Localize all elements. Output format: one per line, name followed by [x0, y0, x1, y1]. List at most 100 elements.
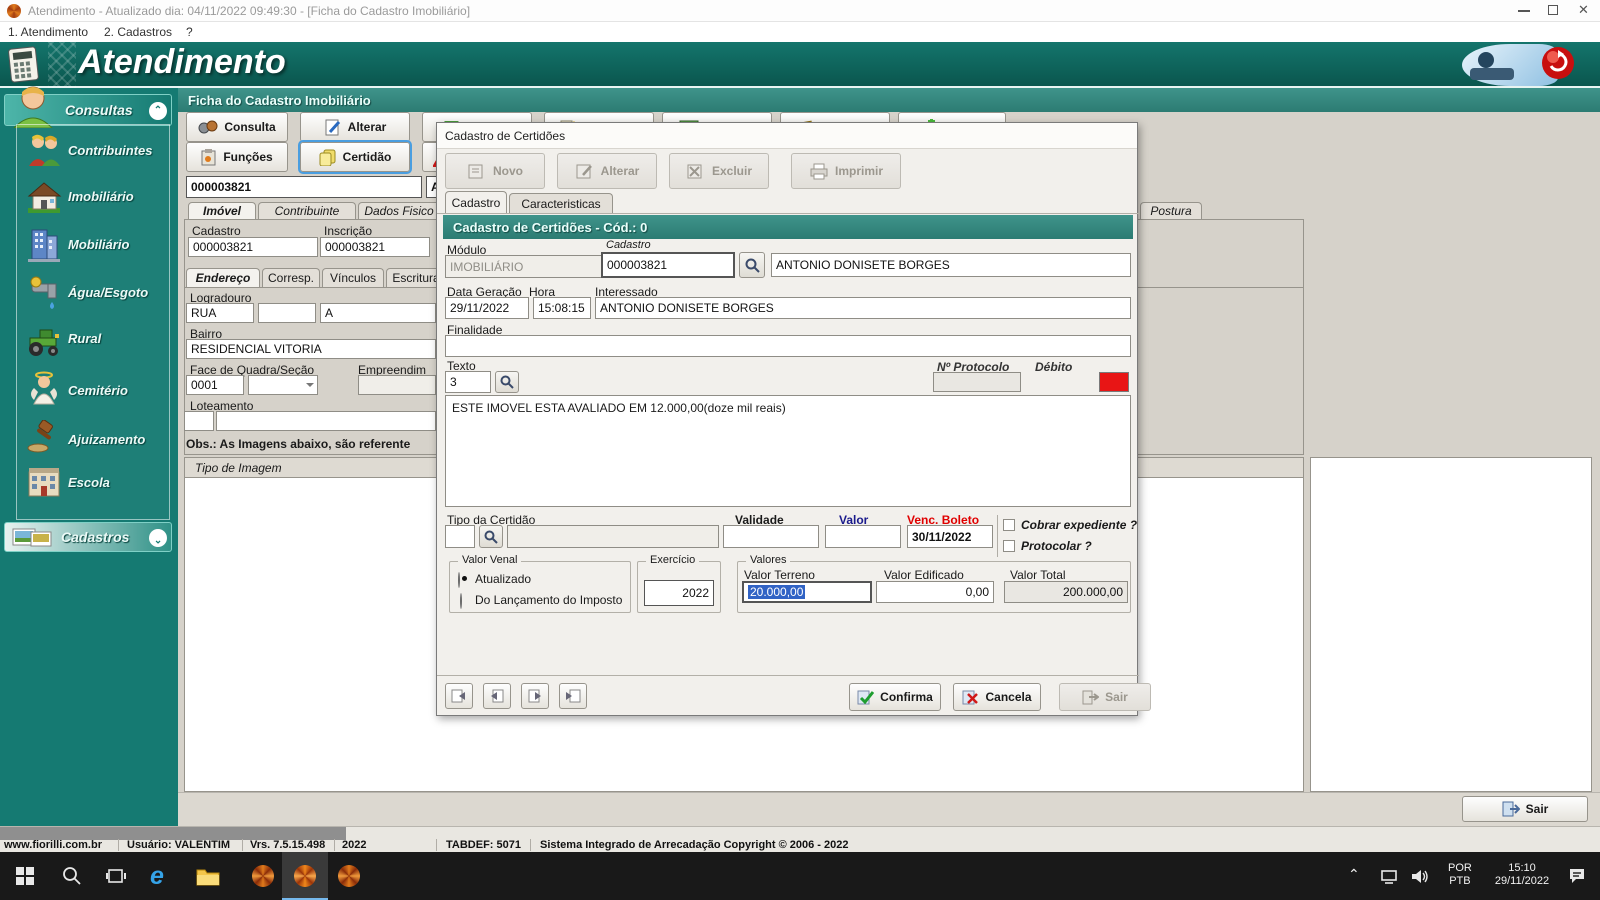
menu-help[interactable]: ?: [186, 25, 193, 39]
valor-input[interactable]: [825, 525, 901, 548]
tab-postura[interactable]: Postura: [1140, 202, 1202, 219]
taskbar-search-icon[interactable]: [62, 866, 82, 886]
action-center-icon[interactable]: [1568, 867, 1588, 885]
funcoes-button[interactable]: Funções: [186, 142, 288, 172]
cadastro-search-button[interactable]: [739, 252, 765, 278]
tab-imovel[interactable]: Imóvel: [188, 202, 256, 219]
venc-boleto-input[interactable]: 30/11/2022: [907, 525, 993, 548]
dialog-alterar-button[interactable]: Alterar: [557, 153, 657, 189]
sidebar-cadastros-header[interactable]: Cadastros ⌃: [4, 522, 172, 552]
valor-edificado-input[interactable]: 0,00: [876, 581, 994, 603]
certidao-textarea[interactable]: ESTE IMOVEL ESTA AVALIADO EM 12.000,00(d…: [445, 395, 1131, 507]
cobrar-expediente-label[interactable]: Cobrar expediente ?: [1021, 518, 1137, 532]
sidebar-item-imobiliario[interactable]: Imobiliário: [68, 189, 134, 204]
face-quadra-input[interactable]: 0001: [186, 375, 244, 395]
finalidade-input[interactable]: [445, 335, 1131, 357]
dialog-sair-button[interactable]: Sair: [1059, 683, 1151, 711]
sidebar-item-agua-esgoto[interactable]: Água/Esgoto: [68, 285, 148, 300]
nav-next-button[interactable]: [521, 683, 549, 709]
confirma-button[interactable]: Confirma: [849, 683, 941, 711]
interessado-input[interactable]: ANTONIO DONISETE BORGES: [595, 297, 1131, 319]
file-explorer-icon[interactable]: [196, 867, 220, 886]
lancamento-label[interactable]: Do Lançamento do Imposto: [475, 593, 622, 607]
imprimir-button[interactable]: Imprimir: [791, 153, 901, 189]
tab-contribuinte[interactable]: Contribuinte: [258, 202, 356, 219]
collapse-up-icon[interactable]: ⌃: [149, 102, 167, 120]
mdi-bottom-bar: [178, 792, 1600, 826]
bairro-input[interactable]: RESIDENCIAL VITORIA: [186, 339, 436, 359]
atualizado-label[interactable]: Atualizado: [475, 572, 531, 586]
secao-combobox[interactable]: [248, 375, 318, 395]
start-button[interactable]: [16, 867, 34, 885]
fiorilli-app-icon[interactable]: [252, 865, 274, 887]
logradouro-tipo-input[interactable]: RUA: [186, 303, 254, 323]
alterar-button[interactable]: Alterar: [300, 112, 410, 142]
nav-last-button[interactable]: [559, 683, 587, 709]
task-view-icon[interactable]: [106, 867, 126, 885]
cadastro-input[interactable]: 000003821: [188, 237, 318, 257]
tipo-imagem-column-header[interactable]: Tipo de Imagem: [195, 461, 282, 475]
tab-corresp[interactable]: Corresp.: [262, 268, 320, 287]
dialog-titlebar[interactable]: Cadastro de Certidões: [437, 123, 1137, 149]
exit-power-button[interactable]: [1540, 45, 1576, 81]
sidebar-item-mobiliario[interactable]: Mobiliário: [68, 237, 129, 252]
sidebar-item-ajuizamento[interactable]: Ajuizamento: [68, 432, 145, 447]
fiorilli-app-icon-2[interactable]: [338, 865, 360, 887]
nav-prev-button[interactable]: [483, 683, 511, 709]
tipo-certidao-input[interactable]: [445, 525, 475, 548]
sidebar-item-escola[interactable]: Escola: [68, 475, 110, 490]
texto-input[interactable]: 3: [445, 371, 491, 393]
protocolar-label[interactable]: Protocolar ?: [1021, 539, 1092, 553]
sidebar-item-rural[interactable]: Rural: [68, 331, 101, 346]
minimize-button[interactable]: [1518, 10, 1530, 12]
novo-button[interactable]: Novo: [445, 153, 545, 189]
sidebar-item-cemiterio[interactable]: Cemitério: [68, 383, 128, 398]
hora-input[interactable]: 15:08:15: [533, 297, 591, 319]
tab-dados-fisicos[interactable]: Dados Fisico: [358, 202, 440, 219]
close-button[interactable]: ✕: [1578, 2, 1589, 18]
tab-endereco[interactable]: Endereço: [186, 268, 260, 287]
inscricao-input[interactable]: 000003821: [320, 237, 430, 257]
language-indicator[interactable]: POR PTB: [1448, 862, 1472, 888]
validade-input[interactable]: [723, 525, 819, 548]
sidebar-item-contribuintes[interactable]: Contribuintes: [68, 143, 153, 158]
menu-atendimento[interactable]: 1. Atendimento: [8, 25, 88, 39]
tray-chevron-up-icon[interactable]: ⌃: [1348, 868, 1360, 881]
cancela-button[interactable]: Cancela: [953, 683, 1041, 711]
dialog-tab-caracteristicas[interactable]: Caracteristicas: [509, 193, 613, 213]
data-geracao-input[interactable]: 29/11/2022: [445, 297, 529, 319]
certidao-button[interactable]: Certidão: [300, 142, 410, 172]
dialog-tab-cadastro[interactable]: Cadastro: [445, 191, 507, 213]
texto-search-button[interactable]: [495, 371, 519, 393]
loteamento-nome-input[interactable]: [216, 411, 436, 431]
banner-person-silhouette: [1478, 52, 1494, 68]
consulta-button[interactable]: Consulta: [186, 112, 288, 142]
cobrar-expediente-checkbox[interactable]: [1003, 519, 1015, 531]
dialog-cadastro-input[interactable]: 000003821: [601, 252, 735, 278]
excluir-button[interactable]: Excluir: [669, 153, 769, 189]
speaker-icon[interactable]: [1410, 868, 1430, 885]
logradouro-codigo-input[interactable]: [258, 303, 316, 323]
atualizado-radio[interactable]: [458, 572, 460, 588]
logradouro-nome-input[interactable]: A: [320, 303, 436, 323]
menu-cadastros[interactable]: 2. Cadastros: [104, 25, 172, 39]
maximize-button[interactable]: [1548, 5, 1558, 15]
lancamento-radio[interactable]: [460, 593, 462, 609]
clock[interactable]: 15:10 29/11/2022: [1484, 862, 1560, 888]
nav-first-button[interactable]: [445, 683, 473, 709]
exercicio-input[interactable]: 2022: [644, 580, 714, 606]
loteamento-codigo-input[interactable]: [184, 411, 214, 431]
valor-terreno-input[interactable]: 20.000,00: [742, 581, 872, 603]
fiorilli-app-icon-active[interactable]: [294, 865, 316, 887]
empreendimento-input[interactable]: [358, 375, 436, 395]
protocolar-checkbox[interactable]: [1003, 540, 1015, 552]
main-cadastro-field[interactable]: 000003821: [186, 176, 422, 198]
tab-vinculos[interactable]: Vínculos: [322, 268, 384, 287]
expand-down-icon[interactable]: ⌃: [149, 529, 167, 547]
mdi-sair-button[interactable]: Sair: [1462, 796, 1588, 822]
combo-arrow-icon[interactable]: [306, 383, 314, 391]
cemiterio-angel-icon: [26, 370, 62, 406]
tipo-certidao-search-button[interactable]: [479, 525, 503, 548]
edge-browser-icon[interactable]: e: [150, 862, 164, 891]
network-icon[interactable]: [1380, 869, 1400, 885]
